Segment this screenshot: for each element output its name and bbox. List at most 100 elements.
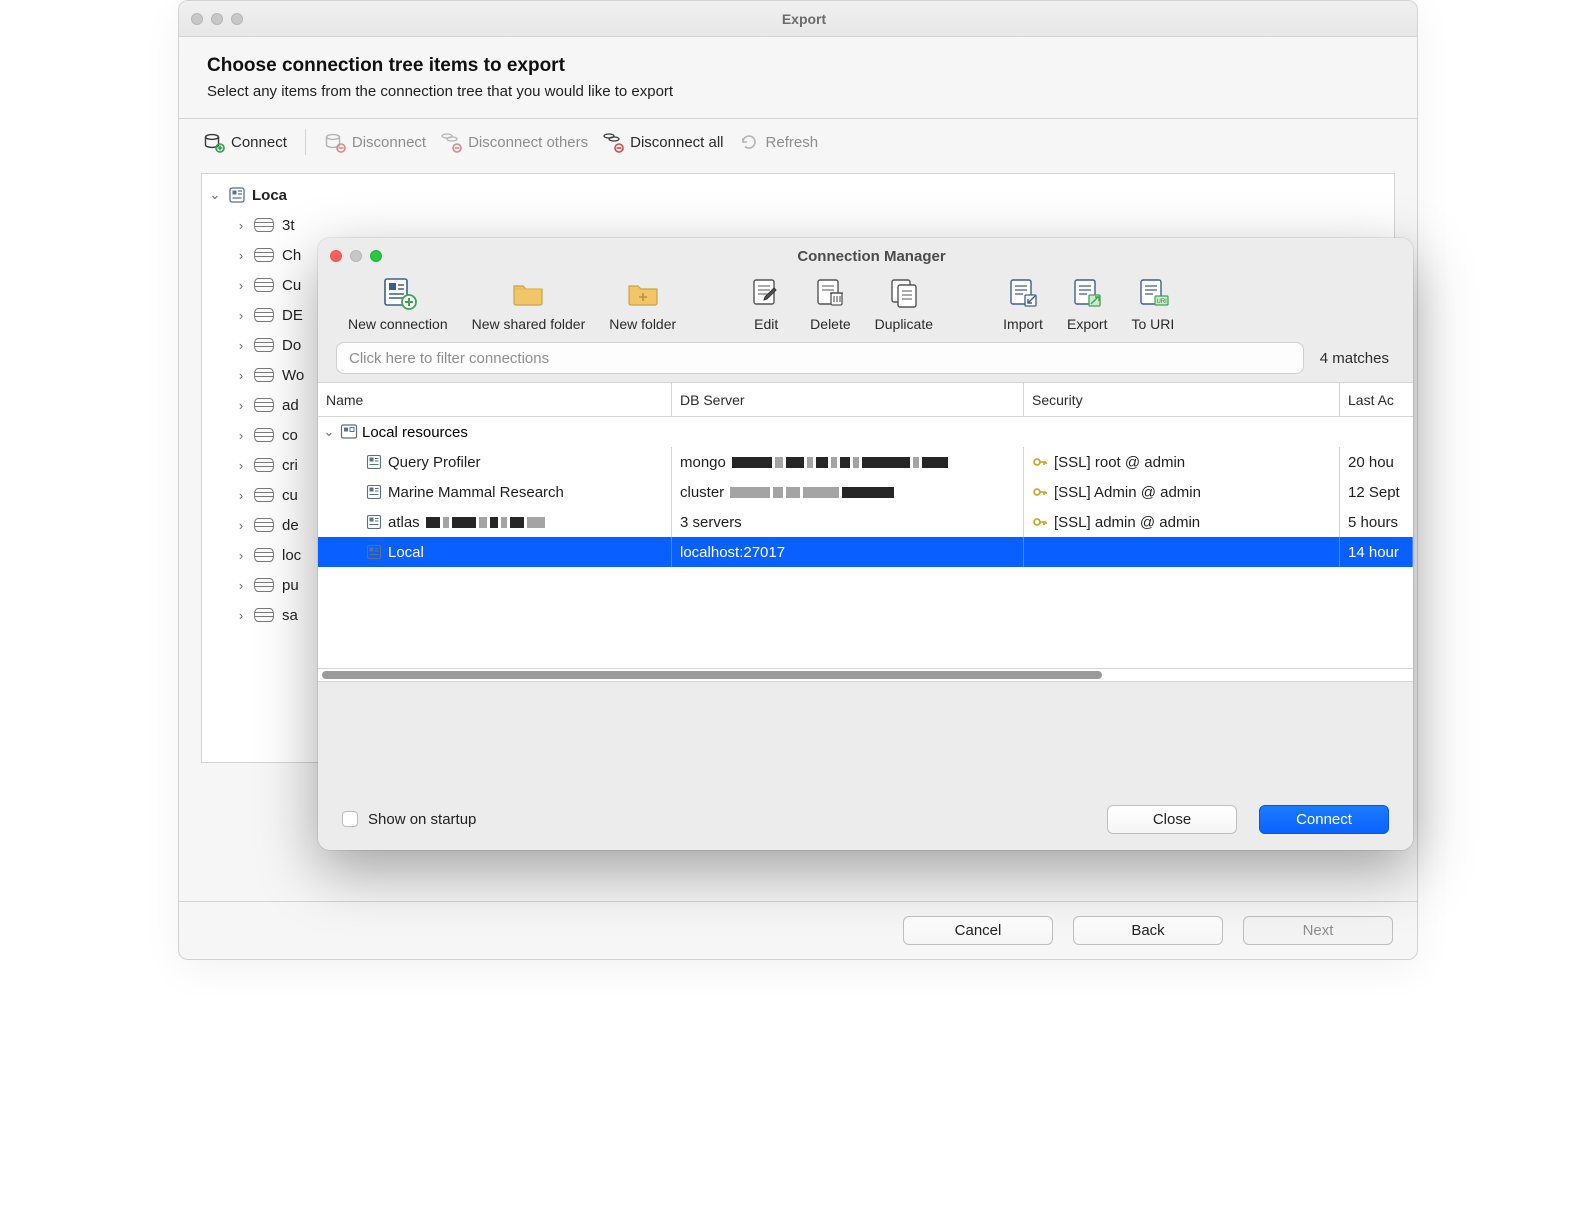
cm-titlebar: Connection Manager (318, 238, 1413, 274)
connect-label: Connect (231, 134, 287, 151)
new-shared-folder-button[interactable]: New shared folder (460, 276, 598, 332)
duplicate-button[interactable]: Duplicate (863, 276, 945, 332)
close-button[interactable]: Close (1107, 805, 1237, 834)
tree-item-label: 3t (282, 217, 295, 234)
delete-label: Delete (810, 316, 850, 332)
dialog-close-icon[interactable] (330, 250, 342, 262)
database-icon (254, 308, 274, 322)
disconnect-others-icon (440, 131, 462, 153)
new-connection-button[interactable]: New connection (336, 276, 460, 332)
table-row[interactable]: Marine Mammal Researchcluster [SSL] Admi… (318, 477, 1413, 507)
export-window-title: Export (203, 11, 1405, 27)
horizontal-scrollbar[interactable] (318, 668, 1413, 681)
export-footer: Cancel Back Next (179, 901, 1417, 959)
delete-button[interactable]: Delete (798, 276, 862, 332)
tree-item-label: Do (282, 337, 301, 354)
tree-root[interactable]: ⌄ Loca (208, 180, 1394, 210)
col-db-server[interactable]: DB Server (672, 383, 1024, 416)
key-icon (1032, 484, 1048, 500)
cm-footer: Show on startup Close Connect (318, 788, 1413, 850)
filter-input[interactable]: Click here to filter connections (336, 342, 1304, 374)
chevron-right-icon[interactable]: › (234, 278, 248, 293)
chevron-right-icon[interactable]: › (234, 578, 248, 593)
chevron-right-icon[interactable]: › (234, 458, 248, 473)
chevron-right-icon[interactable]: › (234, 248, 248, 263)
disconnect-action[interactable]: Disconnect (324, 131, 426, 153)
refresh-icon (738, 131, 760, 153)
traffic-close-icon[interactable] (191, 13, 203, 25)
row-name: Marine Mammal Research (388, 484, 564, 501)
database-icon (254, 548, 274, 562)
new-folder-button[interactable]: New folder (597, 276, 688, 332)
filter-placeholder: Click here to filter connections (349, 350, 549, 367)
row-db: mongo (680, 454, 726, 471)
group-row[interactable]: ⌄Local resources (318, 417, 1413, 447)
scrollbar-thumb[interactable] (322, 671, 1102, 679)
to-uri-icon: URI (1133, 276, 1173, 310)
new-shared-folder-icon (508, 276, 548, 310)
row-db: 3 servers (680, 514, 742, 531)
table-row[interactable]: atlas 3 servers[SSL] admin @ admin5 hour… (318, 507, 1413, 537)
chevron-right-icon[interactable]: › (234, 428, 248, 443)
chevron-down-icon[interactable]: ⌄ (208, 187, 222, 203)
tree-item-label: cri (282, 457, 298, 474)
disconnect-others-label: Disconnect others (468, 134, 588, 151)
chevron-right-icon[interactable]: › (234, 608, 248, 623)
row-security: [SSL] Admin @ admin (1054, 484, 1201, 501)
export-label: Export (1067, 316, 1107, 332)
database-icon (254, 518, 274, 532)
chevron-right-icon[interactable]: › (234, 518, 248, 533)
row-security: [SSL] root @ admin (1054, 454, 1185, 471)
tree-root-label: Loca (252, 187, 287, 204)
col-last-access[interactable]: Last Ac (1340, 383, 1413, 416)
chevron-right-icon[interactable]: › (234, 398, 248, 413)
col-name[interactable]: Name (318, 383, 672, 416)
row-name: Local (388, 544, 424, 561)
edit-button[interactable]: Edit (734, 276, 798, 332)
edit-label: Edit (754, 316, 778, 332)
tree-item-label: ad (282, 397, 299, 414)
new-shared-folder-label: New shared folder (472, 316, 586, 332)
tree-item-label: Ch (282, 247, 301, 264)
to-uri-button[interactable]: URI To URI (1119, 276, 1186, 332)
row-db: localhost:27017 (680, 544, 785, 561)
col-security[interactable]: Security (1024, 383, 1340, 416)
tree-item-label: Wo (282, 367, 304, 384)
database-icon (254, 338, 274, 352)
chevron-right-icon[interactable]: › (234, 548, 248, 563)
database-icon (254, 458, 274, 472)
disconnect-all-action[interactable]: Disconnect all (602, 131, 723, 153)
connect-icon (203, 131, 225, 153)
back-button[interactable]: Back (1073, 916, 1223, 945)
key-icon (1032, 454, 1048, 470)
row-name: Query Profiler (388, 454, 481, 471)
tree-item-label: pu (282, 577, 299, 594)
chevron-right-icon[interactable]: › (234, 368, 248, 383)
disconnect-others-action[interactable]: Disconnect others (440, 131, 588, 153)
next-button[interactable]: Next (1243, 916, 1393, 945)
show-on-startup-checkbox[interactable] (342, 811, 358, 827)
cancel-button[interactable]: Cancel (903, 916, 1053, 945)
connect-button[interactable]: Connect (1259, 805, 1389, 834)
table-row[interactable]: Query Profiler mongo [SSL] root @ admin 20… (318, 447, 1413, 477)
export-toolbar: Connect Disconnect Disconnect others Dis (179, 119, 1417, 161)
disconnect-icon (324, 131, 346, 153)
chevron-right-icon[interactable]: › (234, 338, 248, 353)
chevron-right-icon[interactable]: › (234, 218, 248, 233)
table-row[interactable]: Locallocalhost:2701714 hour (318, 537, 1413, 567)
import-button[interactable]: Import (991, 276, 1055, 332)
chevron-down-icon[interactable]: ⌄ (322, 424, 336, 440)
chevron-right-icon[interactable]: › (234, 488, 248, 503)
disconnect-label: Disconnect (352, 134, 426, 151)
export-button[interactable]: Export (1055, 276, 1119, 332)
refresh-action[interactable]: Refresh (738, 131, 819, 153)
chevron-right-icon[interactable]: › (234, 308, 248, 323)
connect-action[interactable]: Connect (203, 131, 287, 153)
row-last: 20 hou (1348, 454, 1394, 471)
cm-toolbar: New connection New shared folder New fol… (318, 274, 1413, 338)
row-security: [SSL] admin @ admin (1054, 514, 1200, 531)
export-header: Choose connection tree items to export S… (179, 37, 1417, 118)
tree-item[interactable]: › 3t (208, 210, 1394, 240)
refresh-label: Refresh (766, 134, 819, 151)
import-icon (1003, 276, 1043, 310)
